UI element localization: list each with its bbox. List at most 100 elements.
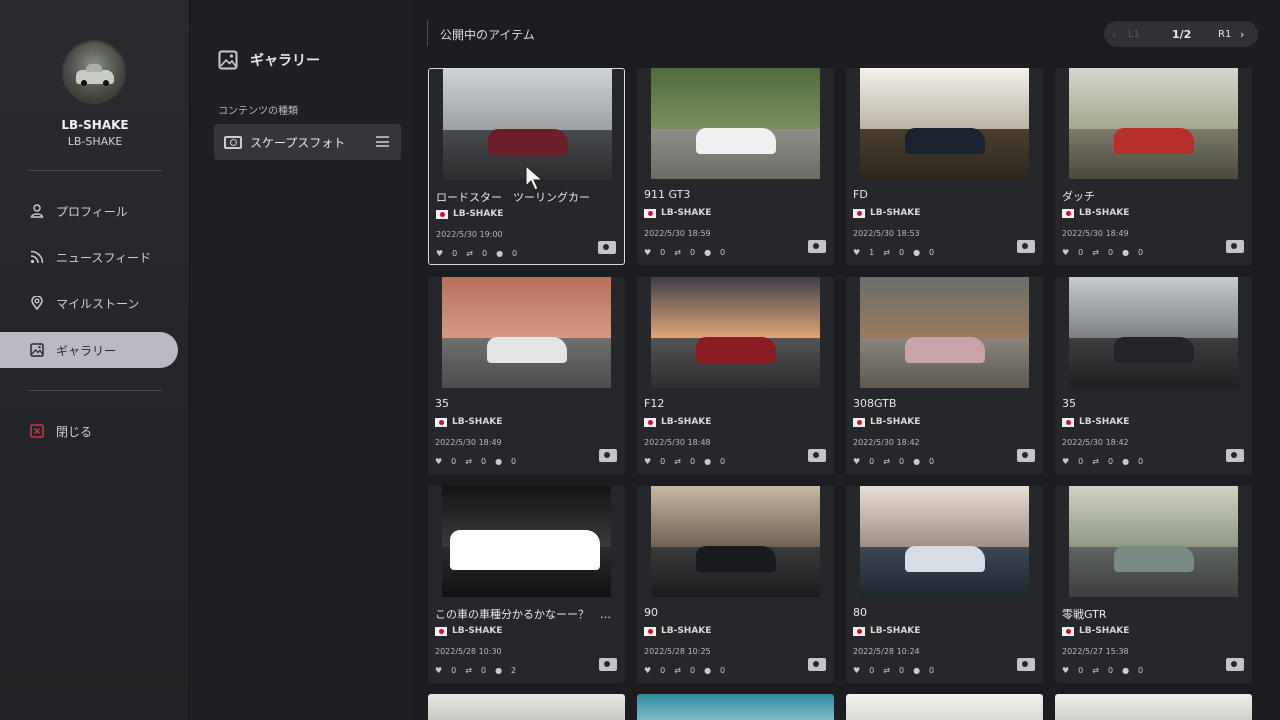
comment-count: 0 bbox=[512, 249, 518, 258]
item-stats: ♥ 0 ⇄ 0 ● 2 bbox=[435, 666, 525, 675]
gallery-card[interactable]: 80 LB-SHAKE 2022/5/28 10:24 ♥ 0 ⇄ 0 ● 0 bbox=[846, 486, 1043, 683]
photo-thumbnail[interactable] bbox=[860, 68, 1029, 179]
photo-thumbnail[interactable] bbox=[442, 486, 611, 597]
japan-flag-icon bbox=[1062, 417, 1074, 427]
nav-item-gallery[interactable]: ギャラリー bbox=[0, 332, 178, 368]
item-owner: LB-SHAKE bbox=[644, 417, 711, 427]
user-id: LB-SHAKE bbox=[67, 135, 123, 148]
comment-icon: ● bbox=[1122, 457, 1130, 466]
gallery-card[interactable]: 35 LB-SHAKE 2022/5/30 18:49 ♥ 0 ⇄ 0 ● 0 bbox=[428, 277, 625, 474]
camera-icon bbox=[1017, 658, 1035, 671]
gallery-card-partial[interactable] bbox=[1055, 694, 1252, 720]
repost-count: 0 bbox=[689, 248, 696, 257]
repost-count: 0 bbox=[689, 457, 696, 466]
comment-count: 0 bbox=[720, 666, 726, 675]
item-stats: ♥ 0 ⇄ 0 ● 0 bbox=[853, 457, 943, 466]
item-owner: LB-SHAKE bbox=[436, 209, 503, 219]
repost-icon: ⇄ bbox=[466, 249, 473, 258]
photo-thumbnail[interactable] bbox=[651, 277, 820, 388]
gallery-card[interactable]: F12 LB-SHAKE 2022/5/30 18:48 ♥ 0 ⇄ 0 ● 0 bbox=[637, 277, 834, 474]
camera-icon bbox=[599, 658, 617, 671]
gallery-card[interactable]: 911 GT3 LB-SHAKE 2022/5/30 18:59 ♥ 0 ⇄ 0 ●… bbox=[637, 68, 834, 265]
repost-count: 0 bbox=[480, 666, 487, 675]
content-type-filter-button[interactable]: スケープスフォト bbox=[214, 124, 401, 160]
comment-icon: ● bbox=[495, 457, 503, 466]
camera-icon bbox=[224, 135, 242, 149]
photo-thumbnail[interactable] bbox=[860, 486, 1029, 597]
photo-thumbnail[interactable] bbox=[442, 277, 611, 388]
comment-icon: ● bbox=[913, 248, 921, 257]
gallery-card[interactable]: 35 LB-SHAKE 2022/5/30 18:42 ♥ 0 ⇄ 0 ● 0 bbox=[1055, 277, 1252, 474]
gallery-icon bbox=[218, 50, 238, 70]
like-icon: ♥ bbox=[644, 457, 652, 466]
item-date: 2022/5/30 18:48 bbox=[644, 438, 711, 447]
gallery-card-partial[interactable] bbox=[846, 694, 1043, 720]
owner-name: LB-SHAKE bbox=[1079, 626, 1130, 636]
page-title: 公開中のアイテム bbox=[440, 28, 535, 42]
camera-icon bbox=[1226, 449, 1244, 462]
camera-icon bbox=[1017, 449, 1035, 462]
photo-thumbnail[interactable] bbox=[860, 277, 1029, 388]
comment-icon: ● bbox=[495, 666, 503, 675]
user-name: LB-SHAKE bbox=[61, 118, 129, 132]
gallery-filter-panel: ギャラリー コンテンツの種類 スケープスフォト bbox=[190, 0, 412, 720]
japan-flag-icon bbox=[853, 626, 865, 636]
item-stats: ♥ 0 ⇄ 0 ● 0 bbox=[436, 249, 526, 258]
gallery-card[interactable]: 零戦GTR LB-SHAKE 2022/5/27 15:38 ♥ 0 ⇄ 0 ● 0 bbox=[1055, 486, 1252, 683]
owner-name: LB-SHAKE bbox=[452, 417, 503, 427]
item-title: ダッチ bbox=[1062, 190, 1095, 203]
gallery-card[interactable]: この車の車種分かるかなーー？ わかっ... LB-SHAKE 2022/5/28… bbox=[428, 486, 625, 683]
like-icon: ♥ bbox=[436, 249, 444, 258]
avatar[interactable] bbox=[62, 40, 126, 104]
repost-icon: ⇄ bbox=[1092, 666, 1099, 675]
repost-count: 0 bbox=[1107, 457, 1114, 466]
photo-thumbnail[interactable] bbox=[1069, 486, 1238, 597]
item-date: 2022/5/28 10:30 bbox=[435, 647, 502, 656]
photo-thumbnail[interactable] bbox=[651, 486, 820, 597]
gallery-header: ギャラリー bbox=[218, 50, 320, 70]
gallery-card[interactable]: FD LB-SHAKE 2022/5/30 18:53 ♥ 1 ⇄ 0 ● 0 bbox=[846, 68, 1043, 265]
owner-name: LB-SHAKE bbox=[661, 417, 712, 427]
close-label: 閉じる bbox=[56, 424, 93, 439]
gallery-card-partial[interactable] bbox=[637, 694, 834, 720]
comment-icon: ● bbox=[704, 248, 712, 257]
menu-icon[interactable] bbox=[376, 136, 389, 147]
like-count: 0 bbox=[1078, 666, 1084, 675]
content-type-label: コンテンツの種類 bbox=[218, 106, 298, 117]
item-date: 2022/5/30 19:00 bbox=[436, 230, 503, 239]
main-content: 公開中のアイテム ‹ L1 1/2 R1 › ロードスター ツーリングカー LB… bbox=[412, 0, 1280, 720]
gallery-card[interactable]: 308GTB LB-SHAKE 2022/5/30 18:42 ♥ 0 ⇄ 0 ● 0 bbox=[846, 277, 1043, 474]
like-icon: ♥ bbox=[1062, 248, 1070, 257]
prev-page-icon[interactable]: ‹ bbox=[1112, 28, 1116, 41]
comment-icon: ● bbox=[704, 666, 712, 675]
nav-item-profile[interactable]: プロフィール bbox=[0, 193, 178, 229]
gallery-card[interactable]: 90 LB-SHAKE 2022/5/28 10:25 ♥ 0 ⇄ 0 ● 0 bbox=[637, 486, 834, 683]
close-button[interactable]: 閉じる bbox=[0, 413, 178, 449]
nav-item-milestones[interactable]: マイルストーン bbox=[0, 285, 178, 321]
item-title: 35 bbox=[435, 397, 449, 410]
item-owner: LB-SHAKE bbox=[1062, 417, 1129, 427]
item-stats: ♥ 0 ⇄ 0 ● 0 bbox=[435, 457, 525, 466]
pagination: ‹ L1 1/2 R1 › bbox=[1104, 21, 1258, 47]
owner-name: LB-SHAKE bbox=[870, 626, 921, 636]
photo-thumbnail[interactable] bbox=[1069, 277, 1238, 388]
camera-icon bbox=[808, 240, 826, 253]
owner-name: LB-SHAKE bbox=[452, 626, 503, 636]
like-count: 0 bbox=[869, 666, 875, 675]
nav-item-newsfeed[interactable]: ニュースフィード bbox=[0, 239, 178, 275]
comment-count: 0 bbox=[1138, 248, 1144, 257]
photo-thumbnail[interactable] bbox=[1069, 68, 1238, 179]
r1-hint: R1 bbox=[1218, 28, 1232, 40]
item-date: 2022/5/28 10:24 bbox=[853, 647, 920, 656]
gallery-card-partial[interactable] bbox=[428, 694, 625, 720]
owner-name: LB-SHAKE bbox=[453, 209, 504, 219]
next-page-icon[interactable]: › bbox=[1240, 28, 1244, 41]
item-owner: LB-SHAKE bbox=[435, 626, 502, 636]
gallery-card[interactable]: ダッチ LB-SHAKE 2022/5/30 18:49 ♥ 0 ⇄ 0 ● 0 bbox=[1055, 68, 1252, 265]
like-icon: ♥ bbox=[853, 457, 861, 466]
comment-count: 0 bbox=[1138, 666, 1144, 675]
item-date: 2022/5/30 18:49 bbox=[435, 438, 502, 447]
repost-icon: ⇄ bbox=[465, 666, 472, 675]
photo-thumbnail[interactable] bbox=[651, 68, 820, 179]
divider bbox=[427, 20, 428, 46]
